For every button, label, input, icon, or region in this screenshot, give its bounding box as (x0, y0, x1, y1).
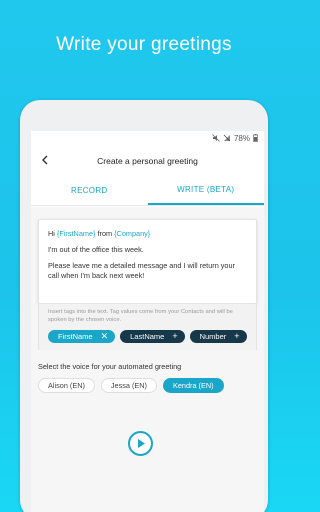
voice-option-alison[interactable]: Alison (EN) (38, 378, 95, 393)
status-bar: 78% (31, 131, 264, 146)
mute-icon (212, 133, 220, 144)
plus-icon: + (234, 331, 240, 341)
battery-text: 78% (233, 134, 250, 143)
greeting-mid: from (95, 229, 115, 238)
app-screen: 78% Create a personal greeting RECORD WR… (31, 131, 264, 512)
chip-label: LastName (130, 332, 165, 341)
greeting-line-1: Hi {FirstName} from {Company} (48, 229, 247, 239)
greeting-line-3: Please leave me a detailed message and I… (48, 261, 235, 280)
tag-firstname-inline: {FirstName} (56, 229, 96, 238)
tab-bar: RECORD WRITE (BETA) (31, 176, 264, 206)
battery-icon (253, 133, 258, 144)
headline: Write your greetings (56, 34, 232, 55)
tag-chip-list: FirstName ✕ LastName + Number + (48, 330, 247, 343)
page-title: Create a personal greeting (97, 156, 198, 166)
tag-chip-lastname[interactable]: LastName + (120, 330, 185, 343)
voice-option-jessa[interactable]: Jessa (EN) (100, 378, 157, 393)
tag-company-inline: {Company} (114, 229, 151, 238)
greeting-prefix: Hi (48, 229, 57, 238)
voice-option-kendra[interactable]: Kendra (EN) (163, 378, 224, 393)
tag-chip-firstname[interactable]: FirstName ✕ (48, 330, 116, 343)
voice-select-label: Select the voice for your automated gree… (38, 362, 182, 371)
tab-record[interactable]: RECORD (31, 176, 148, 205)
voice-options: Alison (EN) Jessa (EN) Kendra (EN) (38, 378, 224, 393)
plus-icon: + (172, 331, 178, 341)
no-signal-icon (223, 134, 231, 144)
content-area: Hi {FirstName} from {Company} I'm out of… (31, 207, 264, 512)
tag-help-text: Insert tags into the text. Tag values co… (48, 309, 233, 323)
app-bar: Create a personal greeting (31, 146, 264, 176)
chevron-left-icon (42, 155, 48, 165)
chip-label: FirstName (58, 332, 93, 341)
tag-chip-number[interactable]: Number + (189, 330, 247, 343)
play-button[interactable] (128, 431, 153, 456)
tab-write[interactable]: WRITE (BETA) (147, 176, 264, 205)
tag-panel: Insert tags into the text. Tag values co… (38, 304, 257, 350)
greeting-line-2: I'm out of the office this week. (48, 245, 144, 254)
back-button[interactable] (37, 152, 53, 168)
greeting-text-editor[interactable]: Hi {FirstName} from {Company} I'm out of… (38, 219, 257, 304)
close-icon: ✕ (100, 331, 109, 341)
play-icon (137, 439, 145, 448)
chip-label: Number (199, 332, 227, 341)
